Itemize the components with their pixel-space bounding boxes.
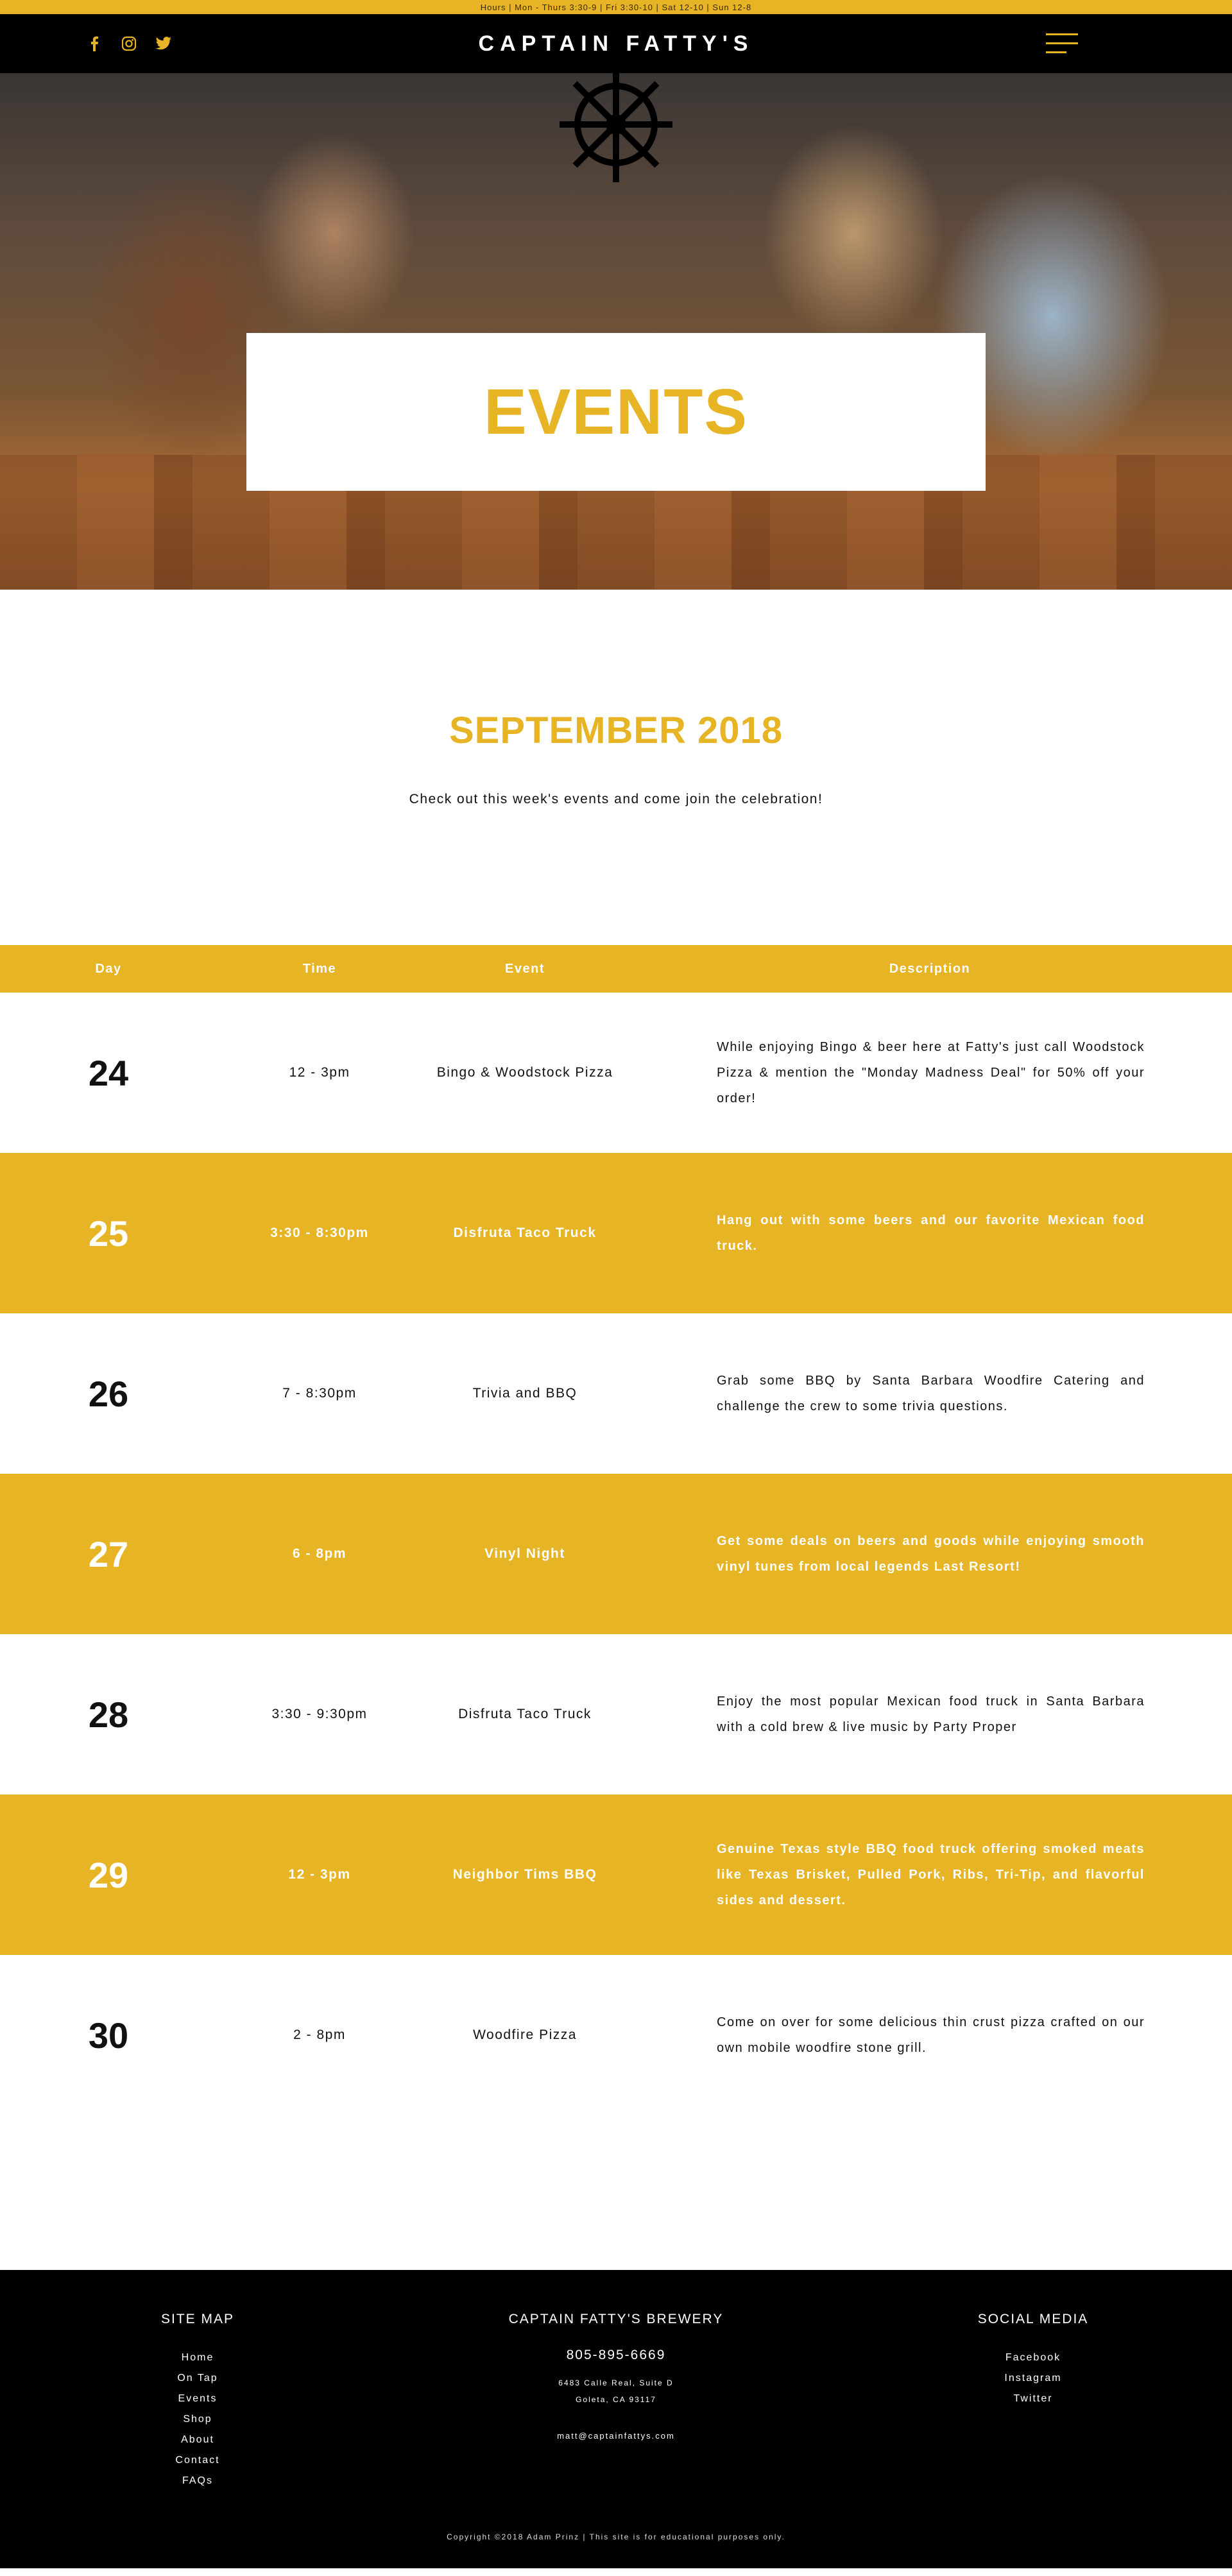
footer-link-contact[interactable]: Contact <box>133 2450 262 2471</box>
table-row: 25 3:30 - 8:30pm Disfruta Taco Truck Han… <box>0 1153 1232 1313</box>
row-event: Bingo & Woodstock Pizza <box>436 1065 613 1080</box>
hours-bar: Hours | Mon - Thurs 3:30-9 | Fri 3:30-10… <box>0 0 1232 14</box>
row-day: 26 <box>88 1373 129 1414</box>
row-day: 29 <box>88 1854 129 1895</box>
sitemap-heading: SITE MAP <box>160 2312 235 2326</box>
row-day: 27 <box>88 1533 129 1574</box>
copyright-text: Copyright ©2018 Adam Prinz | This site i… <box>447 2532 785 2541</box>
hero-title-box: EVENTS <box>246 333 986 491</box>
footer-link-faqs[interactable]: FAQs <box>133 2471 262 2491</box>
address-line-1: 6483 Calle Real, Suite D <box>558 2378 674 2387</box>
row-time: 3:30 - 8:30pm <box>270 1225 369 1240</box>
footer-link-on-tap[interactable]: On Tap <box>133 2368 262 2389</box>
address-line-2: Goleta, CA 93117 <box>576 2395 656 2404</box>
row-event: Woodfire Pizza <box>473 2027 577 2042</box>
hamburger-menu-icon[interactable] <box>1046 32 1078 55</box>
row-event: Neighbor Tims BBQ <box>452 1867 597 1882</box>
row-day: 28 <box>88 1694 129 1735</box>
main-nav: CAPTAIN FATTY'S <box>0 14 1232 73</box>
brewery-phone[interactable]: 805-895-6669 <box>488 2348 744 2363</box>
row-description: While enjoying Bingo & beer here at Fatt… <box>717 1040 1145 1105</box>
row-description: Get some deals on beers and goods while … <box>717 1534 1145 1574</box>
month-intro: SEPTEMBER 2018 Check out this week's eve… <box>0 590 1232 945</box>
row-day: 24 <box>88 1052 129 1093</box>
header-social-links <box>86 14 172 73</box>
row-event: Vinyl Night <box>484 1546 565 1561</box>
row-time: 2 - 8pm <box>293 2027 346 2042</box>
row-event: Disfruta Taco Truck <box>458 1707 592 1721</box>
row-description: Grab some BBQ by Santa Barbara Woodfire … <box>717 1374 1145 1413</box>
row-description: Enjoy the most popular Mexican food truc… <box>717 1694 1145 1734</box>
row-description: Come on over for some delicious thin cru… <box>717 2015 1145 2055</box>
hours-text: Hours | Mon - Thurs 3:30-9 | Fri 3:30-10… <box>480 2 752 12</box>
row-time: 12 - 3pm <box>288 1867 351 1882</box>
brand-logo-text[interactable]: CAPTAIN FATTY'S <box>479 31 754 56</box>
header-day: Day <box>95 961 122 976</box>
footer-link-about[interactable]: About <box>133 2430 262 2450</box>
month-subtitle: Check out this week's events and come jo… <box>409 792 823 806</box>
footer-link-shop[interactable]: Shop <box>133 2409 262 2430</box>
social-heading: SOCIAL MEDIA <box>977 2312 1089 2326</box>
row-description: Hang out with some beers and our favorit… <box>717 1213 1145 1253</box>
site-footer: SITE MAP Home On Tap Events Shop About C… <box>0 2270 1232 2568</box>
footer-social: SOCIAL MEDIA Facebook Instagram Twitter <box>969 2312 1097 2409</box>
row-event: Disfruta Taco Truck <box>453 1225 597 1240</box>
row-time: 6 - 8pm <box>292 1546 347 1561</box>
footer-link-instagram[interactable]: Instagram <box>969 2368 1097 2389</box>
brewery-heading: CAPTAIN FATTY'S BREWERY <box>508 2312 724 2326</box>
facebook-icon[interactable] <box>86 35 103 52</box>
month-heading: SEPTEMBER 2018 <box>449 710 783 751</box>
footer-sitemap: SITE MAP Home On Tap Events Shop About C… <box>133 2312 262 2491</box>
footer-brewery-info: CAPTAIN FATTY'S BREWERY 805-895-6669 648… <box>488 2312 744 2441</box>
ship-wheel-icon <box>560 73 672 182</box>
row-day: 25 <box>88 1213 129 1254</box>
row-time: 12 - 3pm <box>289 1065 350 1080</box>
row-description: Genuine Texas style BBQ food truck offer… <box>717 1842 1145 1907</box>
brewery-email[interactable]: matt@captainfattys.com <box>488 2431 744 2441</box>
twitter-icon[interactable] <box>155 35 172 52</box>
table-row: 30 2 - 8pm Woodfire Pizza Come on over f… <box>0 1955 1232 2115</box>
brewery-address: 6483 Calle Real, Suite D Goleta, CA 9311… <box>488 2375 744 2408</box>
hero-banner: EVENTS <box>0 73 1232 590</box>
table-row: 26 7 - 8:30pm Trivia and BBQ Grab some B… <box>0 1313 1232 1474</box>
footer-link-twitter[interactable]: Twitter <box>969 2389 1097 2409</box>
page-title: EVENTS <box>483 375 749 448</box>
row-time: 7 - 8:30pm <box>282 1386 357 1401</box>
header-description: Description <box>889 961 971 976</box>
header-time: Time <box>302 961 337 976</box>
events-table: Day Time Event Description 24 12 - 3pm B… <box>0 945 1232 2115</box>
header-event: Event <box>505 961 545 976</box>
table-row: 24 12 - 3pm Bingo & Woodstock Pizza Whil… <box>0 993 1232 1153</box>
table-row: 29 12 - 3pm Neighbor Tims BBQ Genuine Te… <box>0 1795 1232 1955</box>
row-event: Trivia and BBQ <box>472 1386 578 1401</box>
table-row: 27 6 - 8pm Vinyl Night Get some deals on… <box>0 1474 1232 1634</box>
row-time: 3:30 - 9:30pm <box>271 1707 368 1721</box>
table-header-row: Day Time Event Description <box>0 945 1232 993</box>
footer-link-home[interactable]: Home <box>133 2348 262 2368</box>
instagram-icon[interactable] <box>121 35 137 52</box>
footer-link-events[interactable]: Events <box>133 2389 262 2409</box>
footer-link-facebook[interactable]: Facebook <box>969 2348 1097 2368</box>
row-day: 30 <box>88 2015 129 2056</box>
table-row: 28 3:30 - 9:30pm Disfruta Taco Truck Enj… <box>0 1634 1232 1795</box>
